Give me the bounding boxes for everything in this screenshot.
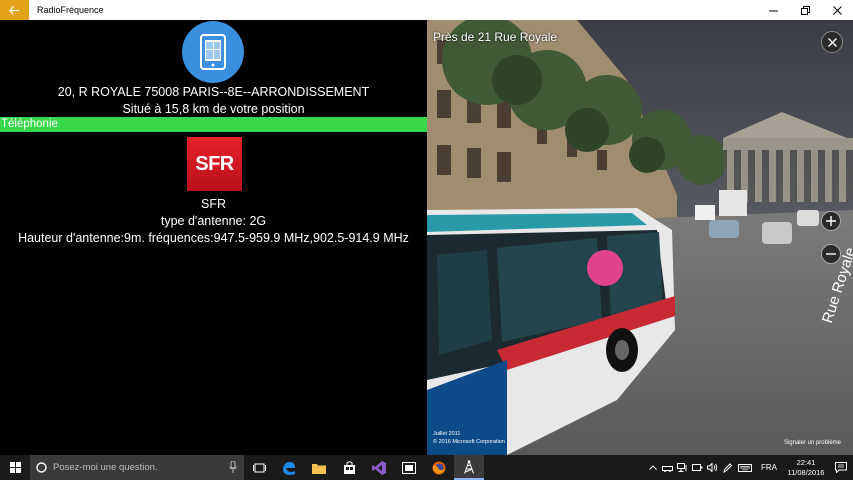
minus-icon [826,253,836,255]
category-label: Téléphonie [1,118,58,130]
tray-app-button[interactable] [660,455,675,480]
site-address: 20, R ROYALE 75008 PARIS--8E--ARRONDISSE… [57,85,370,99]
close-icon [832,5,842,15]
streetview-panel[interactable]: Près de 21 Rue Royale Rue Royale Juillet… [427,20,853,455]
streetview-image[interactable] [427,20,853,455]
operator-logo: SFR [187,137,242,191]
firefox-icon [432,461,446,474]
action-center-button[interactable] [829,455,853,480]
taskbar-photo-app[interactable] [394,455,424,480]
taskbar-edge[interactable] [274,455,304,480]
telephony-badge [182,21,244,83]
keyboard-icon [738,463,752,472]
car-icon [662,465,673,472]
task-view-icon [252,463,266,472]
chevron-up-icon [648,465,657,470]
folder-icon [312,463,326,474]
notification-icon [835,462,847,473]
edge-browser-icon [283,461,295,475]
tray-overflow-button[interactable] [645,455,660,480]
speaker-icon [707,463,718,472]
tray-pen-button[interactable] [720,455,735,480]
streetview-location: Près de 21 Rue Royale [433,30,558,44]
antenna-type: type d'antenne: 2G [160,214,267,228]
system-tray: FRA 22:41 11/08/2016 [645,455,853,480]
imagery-copyright: © 2016 Microsoft Corporation [433,439,505,445]
plus-icon [826,216,836,226]
restore-icon [800,5,810,15]
antenna-details: Hauteur d'antenne:9m. fréquences:947.5-9… [18,231,409,245]
zoom-in-button[interactable] [821,211,841,231]
windows-logo-icon [9,462,21,473]
streetview-close-button[interactable] [821,31,843,53]
taskbar-firefox[interactable] [424,455,454,480]
network-icon [677,463,687,472]
task-view-button[interactable] [244,455,274,480]
tray-power-button[interactable] [690,455,705,480]
title-bar: RadioFréquence [0,0,853,20]
tray-volume-button[interactable] [705,455,720,480]
minimize-icon [768,10,778,11]
input-language[interactable]: FRA [761,463,777,472]
restore-button[interactable] [789,0,821,20]
report-problem-link[interactable]: Signaler un problème [784,440,841,446]
window-controls [757,0,853,20]
site-distance: Situé à 15,8 km de votre position [122,102,305,116]
film-icon [402,461,416,474]
app-title: RadioFréquence [37,5,104,15]
taskbar-file-explorer[interactable] [304,455,334,480]
close-icon [827,37,837,47]
clock-date: 11/08/2016 [787,467,825,477]
tray-network-button[interactable] [675,455,690,480]
site-info-panel: 20, R ROYALE 75008 PARIS--8E--ARRONDISSE… [0,20,427,455]
store-bag-icon [343,461,355,474]
clock-time: 22:41 [796,457,816,467]
taskbar-store[interactable] [334,455,364,480]
minimize-button[interactable] [757,0,789,20]
start-button[interactable] [0,455,30,480]
taskbar: Posez-moi une question. FRA 22:41 11/08/… [0,455,853,480]
cortana-icon [36,462,47,473]
arrow-left-icon [9,5,20,15]
close-button[interactable] [821,0,853,20]
operator-logo-text: SFR [195,152,234,175]
pen-icon [723,462,732,473]
taskbar-radiofrequence[interactable] [454,455,484,480]
category-header: Téléphonie [0,117,427,132]
smartphone-icon [200,34,226,70]
cortana-search-box[interactable]: Posez-moi une question. [30,455,244,480]
battery-plug-icon [692,464,703,471]
clock[interactable]: 22:41 11/08/2016 [783,458,829,478]
back-button[interactable] [0,0,29,20]
screen: RadioFréquence 20, R ROYALE 75008 PARIS-… [0,0,853,480]
antenna-tower-icon [464,459,474,474]
search-placeholder: Posez-moi une question. [53,462,158,473]
microphone-icon[interactable] [229,461,237,473]
taskbar-visual-studio[interactable] [364,455,394,480]
tray-keyboard-button[interactable] [735,455,755,480]
imagery-date: Juillet 2011 [433,431,461,437]
operator-name: SFR [201,197,226,211]
visual-studio-icon [372,460,386,475]
